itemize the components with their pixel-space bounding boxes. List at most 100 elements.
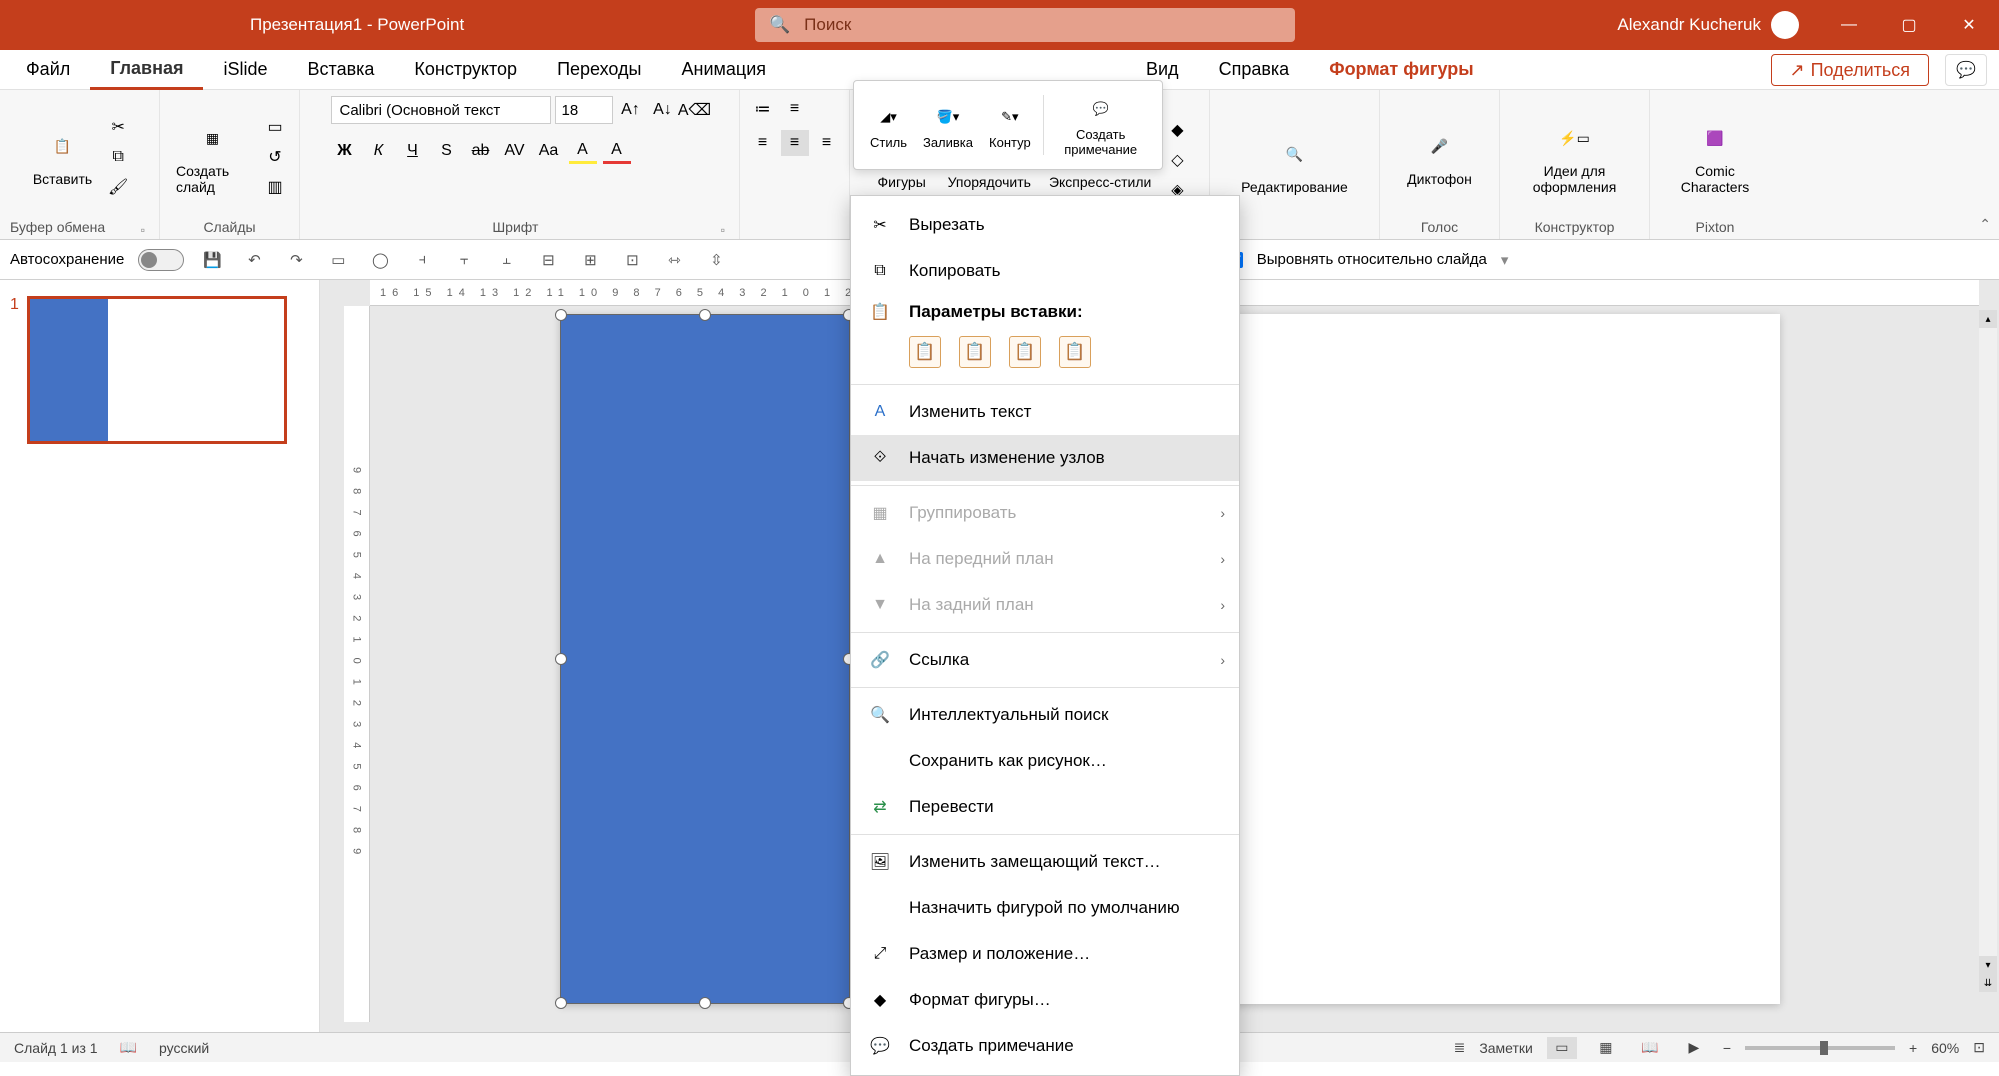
slide-sorter-icon[interactable]: ▦ [1591, 1037, 1621, 1059]
tab-animations[interactable]: Анимация [662, 51, 787, 88]
align-left-icon[interactable]: ≡ [749, 130, 777, 156]
undo-icon[interactable]: ↶ [240, 246, 268, 274]
shape-fill-icon[interactable]: ◆ [1163, 118, 1191, 142]
ctx-link[interactable]: 🔗 Ссылка › [851, 637, 1239, 683]
qat-shape2-icon[interactable]: ◯ [366, 246, 394, 274]
reading-view-icon[interactable]: 📖 [1635, 1037, 1665, 1059]
ctx-new-comment[interactable]: 💬 Создать примечание [851, 1023, 1239, 1069]
paste-button[interactable]: 📋 Вставить [27, 123, 98, 191]
qat-distribute-v-icon[interactable]: ⇳ [702, 246, 730, 274]
dictate-button[interactable]: 🎤 Диктофон [1401, 123, 1478, 191]
ctx-edit-text[interactable]: A Изменить текст [851, 389, 1239, 435]
qat-align6-icon[interactable]: ⊡ [618, 246, 646, 274]
ctx-translate[interactable]: ⇄ Перевести [851, 784, 1239, 830]
notes-button[interactable]: Заметки [1479, 1040, 1533, 1056]
paste-text-only-icon[interactable]: 📋 [1059, 336, 1091, 368]
underline-icon[interactable]: Ч [399, 138, 427, 164]
align-center-icon[interactable]: ≡ [781, 130, 809, 156]
new-slide-button[interactable]: ▦ Создать слайд [170, 115, 255, 199]
decrease-font-icon[interactable]: A↓ [649, 97, 677, 123]
ribbon-display-icon[interactable]: ▭ [1759, 0, 1819, 50]
case-icon[interactable]: Aa [535, 138, 563, 164]
tab-shape-format[interactable]: Формат фигуры [1309, 51, 1493, 88]
selected-rectangle-shape[interactable] [560, 314, 850, 1004]
qat-align5-icon[interactable]: ⊞ [576, 246, 604, 274]
minimize-icon[interactable]: — [1819, 0, 1879, 50]
italic-icon[interactable]: К [365, 138, 393, 164]
scroll-down-icon[interactable]: ▾ [1979, 956, 1997, 974]
comments-pane-button[interactable]: 💬 [1945, 54, 1987, 86]
comic-characters-button[interactable]: 🟪 Comic Characters [1660, 115, 1770, 199]
bullets-icon[interactable]: ≔ [749, 96, 777, 122]
qat-align4-icon[interactable]: ⊟ [534, 246, 562, 274]
ctx-format-shape[interactable]: ◆ Формат фигуры… [851, 977, 1239, 1023]
ctx-smart-lookup[interactable]: 🔍 Интеллектуальный поиск [851, 692, 1239, 738]
qat-shape1-icon[interactable]: ▭ [324, 246, 352, 274]
font-name-input[interactable] [331, 96, 551, 124]
resize-handle-bm[interactable] [699, 997, 711, 1009]
editing-button[interactable]: 🔍 Редактирование [1235, 131, 1354, 199]
clipboard-launcher-icon[interactable]: ▫ [141, 223, 145, 237]
qat-align2-icon[interactable]: ⫟ [450, 246, 478, 274]
ctx-save-as-picture[interactable]: Сохранить как рисунок… [851, 738, 1239, 784]
qat-distribute-h-icon[interactable]: ⇿ [660, 246, 688, 274]
zoom-out-icon[interactable]: − [1723, 1040, 1731, 1056]
slideshow-icon[interactable]: ▶ [1679, 1037, 1709, 1059]
spacing-icon[interactable]: AV [501, 138, 529, 164]
mini-fill-button[interactable]: 🪣▾ Заливка [915, 99, 981, 152]
highlight-icon[interactable]: A [569, 138, 597, 164]
tab-insert[interactable]: Вставка [288, 51, 395, 88]
tab-file[interactable]: Файл [6, 51, 90, 88]
paste-picture-icon[interactable]: 📋 [1009, 336, 1041, 368]
resize-handle-tl[interactable] [555, 309, 567, 321]
collapse-ribbon-icon[interactable]: ⌃ [1979, 216, 1991, 233]
ctx-edit-points[interactable]: ⟐ Начать изменение узлов [851, 435, 1239, 481]
format-painter-icon[interactable]: 🖌 [104, 175, 132, 199]
cut-icon[interactable]: ✂ [104, 115, 132, 139]
resize-handle-ml[interactable] [555, 653, 567, 665]
normal-view-icon[interactable]: ▭ [1547, 1037, 1577, 1059]
scroll-up-icon[interactable]: ▴ [1979, 310, 1997, 328]
zoom-in-icon[interactable]: + [1909, 1040, 1917, 1056]
language-indicator[interactable]: русский [159, 1040, 209, 1056]
maximize-icon[interactable]: ▢ [1879, 0, 1939, 50]
fit-to-window-icon[interactable]: ⊡ [1973, 1039, 1985, 1056]
autosave-toggle[interactable] [138, 249, 184, 271]
font-color-icon[interactable]: A [603, 138, 631, 164]
bold-icon[interactable]: Ж [331, 138, 359, 164]
tab-design[interactable]: Конструктор [394, 51, 537, 88]
ctx-alt-text[interactable]: 🖼 Изменить замещающий текст… [851, 839, 1239, 885]
shadow-icon[interactable]: S [433, 138, 461, 164]
redo-icon[interactable]: ↷ [282, 246, 310, 274]
qat-align3-icon[interactable]: ⫠ [492, 246, 520, 274]
clear-format-icon[interactable]: A⌫ [681, 97, 709, 123]
tab-help[interactable]: Справка [1199, 51, 1310, 88]
share-button[interactable]: ↗ Поделиться [1771, 54, 1930, 86]
section-icon[interactable]: ▥ [261, 175, 289, 199]
ctx-copy[interactable]: ⧉ Копировать [851, 248, 1239, 294]
paste-use-destination-icon[interactable]: 📋 [909, 336, 941, 368]
next-slide-icon[interactable]: ⇊ [1979, 974, 1997, 992]
layout-icon[interactable]: ▭ [261, 115, 289, 139]
tab-home[interactable]: Главная [90, 50, 203, 90]
resize-handle-bl[interactable] [555, 997, 567, 1009]
resize-handle-tm[interactable] [699, 309, 711, 321]
close-icon[interactable]: ✕ [1939, 0, 1999, 50]
spellcheck-icon[interactable]: 📖 [120, 1039, 137, 1056]
shape-outline-icon[interactable]: ◇ [1163, 148, 1191, 172]
strike-icon[interactable]: ab [467, 138, 495, 164]
reset-icon[interactable]: ↺ [261, 145, 289, 169]
slide-thumbnail-1[interactable] [27, 296, 287, 444]
tab-islide[interactable]: iSlide [203, 51, 287, 88]
zoom-slider[interactable] [1745, 1046, 1895, 1050]
align-right-icon[interactable]: ≡ [813, 130, 841, 156]
ctx-size-position[interactable]: ⤢ Размер и положение… [851, 931, 1239, 977]
qat-dropdown-icon[interactable]: ▾ [1501, 251, 1509, 269]
copy-icon[interactable]: ⧉ [104, 145, 132, 169]
design-ideas-button[interactable]: ⚡▭ Идеи для оформления [1510, 115, 1639, 199]
mini-outline-button[interactable]: ✎▾ Контур [981, 99, 1039, 152]
increase-font-icon[interactable]: A↑ [617, 97, 645, 123]
numbering-icon[interactable]: ≡ [781, 96, 809, 122]
ctx-set-default-shape[interactable]: Назначить фигурой по умолчанию [851, 885, 1239, 931]
search-box[interactable]: 🔍 Поиск [755, 8, 1295, 42]
